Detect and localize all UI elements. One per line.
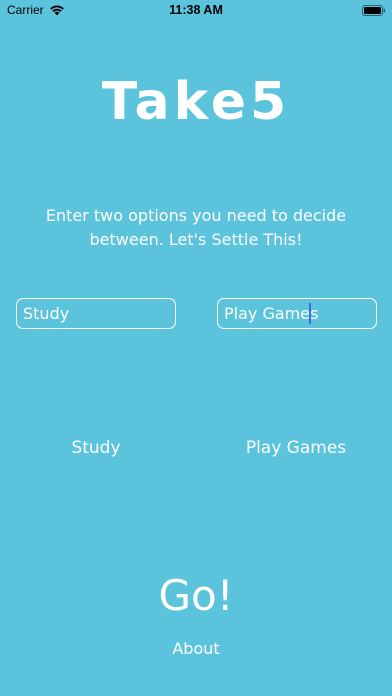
status-bar: Carrier 11:38 AM [0,0,392,20]
status-time: 11:38 AM [169,3,223,17]
option-one-label: Study [71,438,121,458]
instructions-text: Enter two options you need to decide bet… [45,206,347,249]
battery-icon [362,5,386,16]
option-two-input[interactable] [217,298,377,329]
option-one-input[interactable] [16,298,176,329]
about-button[interactable]: About [156,638,236,660]
text-cursor [309,303,311,324]
go-button[interactable]: Go! [136,566,256,626]
app-title: Take5 [101,72,291,132]
option-two-label: Play Games [245,438,347,458]
